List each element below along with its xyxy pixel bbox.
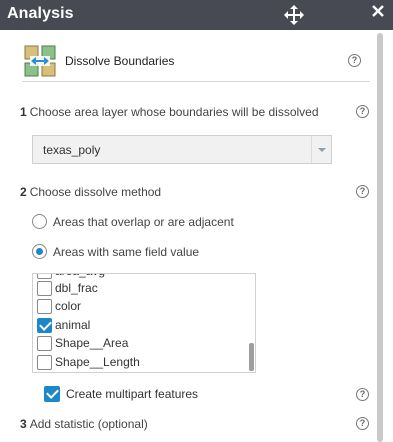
step-text: Choose dissolve method bbox=[29, 185, 162, 199]
multipart-checkbox[interactable] bbox=[44, 386, 60, 402]
radio-label-same-field-value: Areas with same field value bbox=[53, 245, 200, 259]
field-checkbox[interactable] bbox=[37, 318, 52, 333]
step-text: Choose area layer whose boundaries will … bbox=[29, 105, 319, 119]
field-list-scrollbar[interactable] bbox=[249, 343, 254, 371]
layer-select-value: texas_poly bbox=[43, 143, 101, 157]
list-item[interactable]: dbl_frac bbox=[33, 280, 248, 298]
field-list[interactable]: area_avg dbl_frac color animal Shape__Ar… bbox=[32, 273, 256, 373]
field-label: color bbox=[55, 299, 82, 313]
step-number: 3 bbox=[20, 417, 27, 431]
list-item[interactable]: Shape__Length bbox=[33, 354, 248, 372]
step-1-label: 1 Choose area layer whose boundaries will… bbox=[20, 105, 319, 119]
radio-overlap-adjacent[interactable] bbox=[32, 214, 47, 229]
step-number: 1 bbox=[20, 105, 27, 119]
field-label: Shape__Length bbox=[55, 355, 140, 369]
help-icon[interactable]: ? bbox=[356, 417, 369, 430]
list-item[interactable]: color bbox=[33, 298, 248, 316]
field-checkbox[interactable] bbox=[37, 299, 52, 314]
divider bbox=[22, 81, 370, 82]
window-titlebar: Analysis bbox=[0, 0, 393, 30]
chevron-down-icon[interactable] bbox=[311, 136, 331, 163]
step-text: Add statistic (optional) bbox=[29, 417, 148, 431]
help-icon[interactable]: ? bbox=[356, 388, 369, 401]
close-icon[interactable] bbox=[372, 5, 384, 17]
field-label: dbl_frac bbox=[55, 281, 98, 295]
list-item[interactable]: animal bbox=[33, 317, 248, 335]
move-icon[interactable] bbox=[284, 5, 304, 25]
help-icon[interactable]: ? bbox=[348, 54, 361, 67]
field-label: Shape__Area bbox=[55, 336, 129, 350]
step-3-label: 3 Add statistic (optional) bbox=[20, 417, 148, 431]
field-checkbox[interactable] bbox=[37, 355, 52, 370]
field-checkbox[interactable] bbox=[37, 336, 52, 351]
panel-scrollbar[interactable] bbox=[377, 33, 383, 442]
tool-title: Dissolve Boundaries bbox=[65, 54, 175, 68]
field-label: area_avg bbox=[55, 274, 105, 278]
step-2-label: 2 Choose dissolve method bbox=[20, 185, 161, 199]
layer-select[interactable]: texas_poly bbox=[32, 135, 332, 164]
analysis-panel bbox=[0, 30, 393, 442]
radio-same-field-value[interactable] bbox=[32, 244, 47, 259]
help-icon[interactable]: ? bbox=[356, 185, 369, 198]
radio-label-overlap-adjacent: Areas that overlap or are adjacent bbox=[53, 215, 234, 229]
step-number: 2 bbox=[20, 185, 27, 199]
field-checkbox[interactable] bbox=[37, 274, 52, 279]
field-label: animal bbox=[55, 318, 91, 332]
dissolve-boundaries-icon bbox=[24, 45, 56, 77]
window-title: Analysis bbox=[7, 5, 74, 22]
list-item[interactable]: Shape__Area bbox=[33, 335, 248, 353]
field-checkbox[interactable] bbox=[37, 281, 52, 296]
multipart-label: Create multipart features bbox=[66, 387, 199, 401]
help-icon[interactable]: ? bbox=[356, 105, 369, 118]
